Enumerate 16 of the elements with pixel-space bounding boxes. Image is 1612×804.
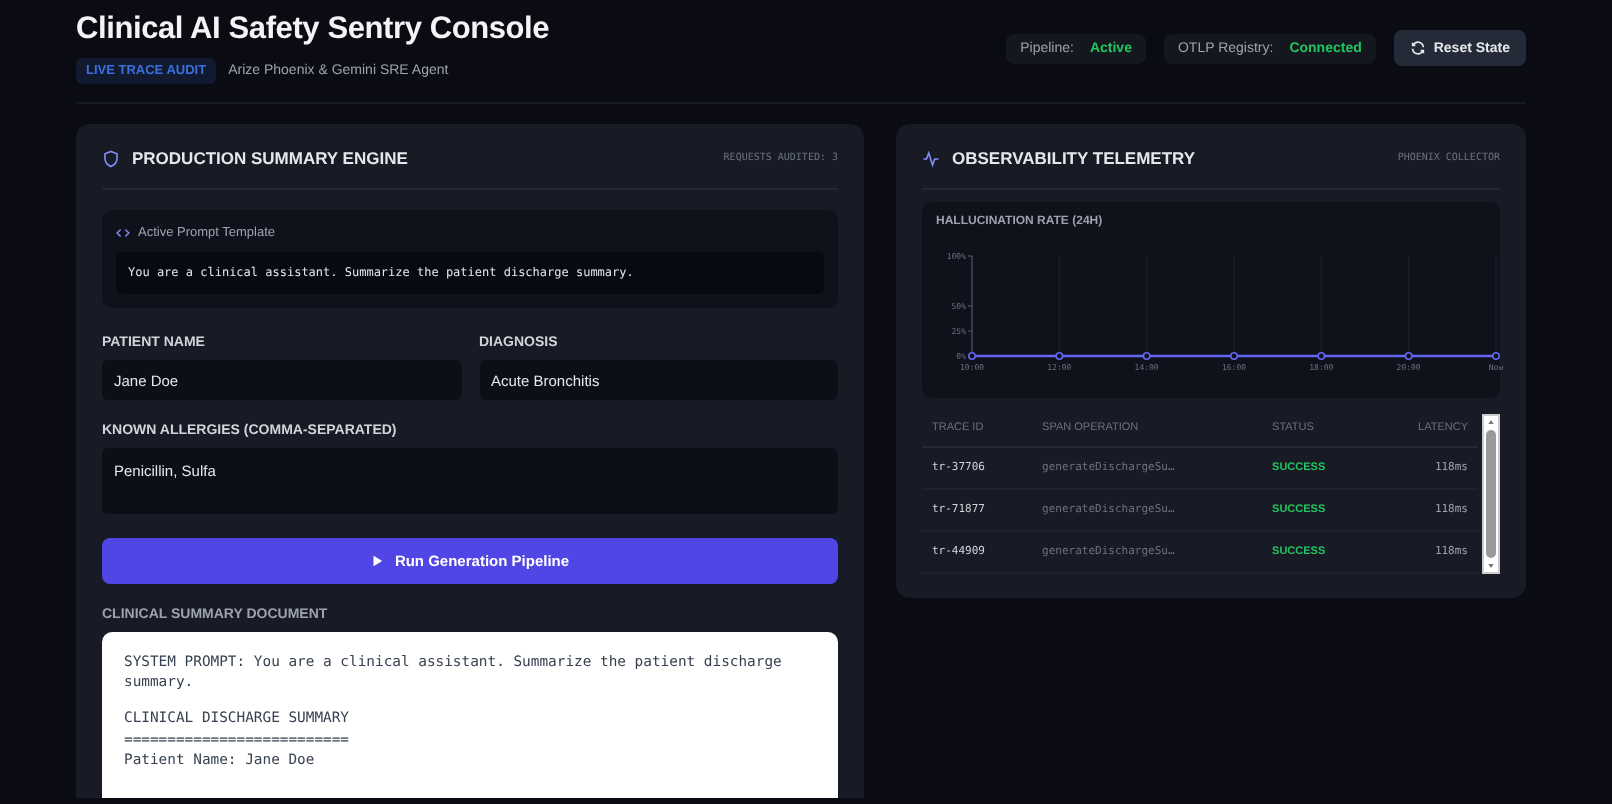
down-arrow-icon [1486, 562, 1496, 570]
data-point [1142, 352, 1151, 360]
data-point [1404, 352, 1413, 360]
up-arrow-icon [1486, 418, 1496, 426]
data-point [968, 352, 976, 360]
data-point [1230, 352, 1238, 360]
panel-title: PRODUCTION SUMMARY ENGINE [132, 148, 408, 168]
play-icon [370, 554, 385, 568]
pulse-icon [922, 149, 940, 167]
data-point [1055, 352, 1064, 360]
data-point [1317, 352, 1326, 360]
refresh-icon [1409, 40, 1426, 56]
shield-icon [102, 149, 120, 167]
code-icon [116, 226, 130, 240]
app-title: Clinical AI Safety Sentry Console [76, 12, 550, 48]
panel-title: OBSERVABILITY TELEMETRY [952, 148, 1196, 168]
